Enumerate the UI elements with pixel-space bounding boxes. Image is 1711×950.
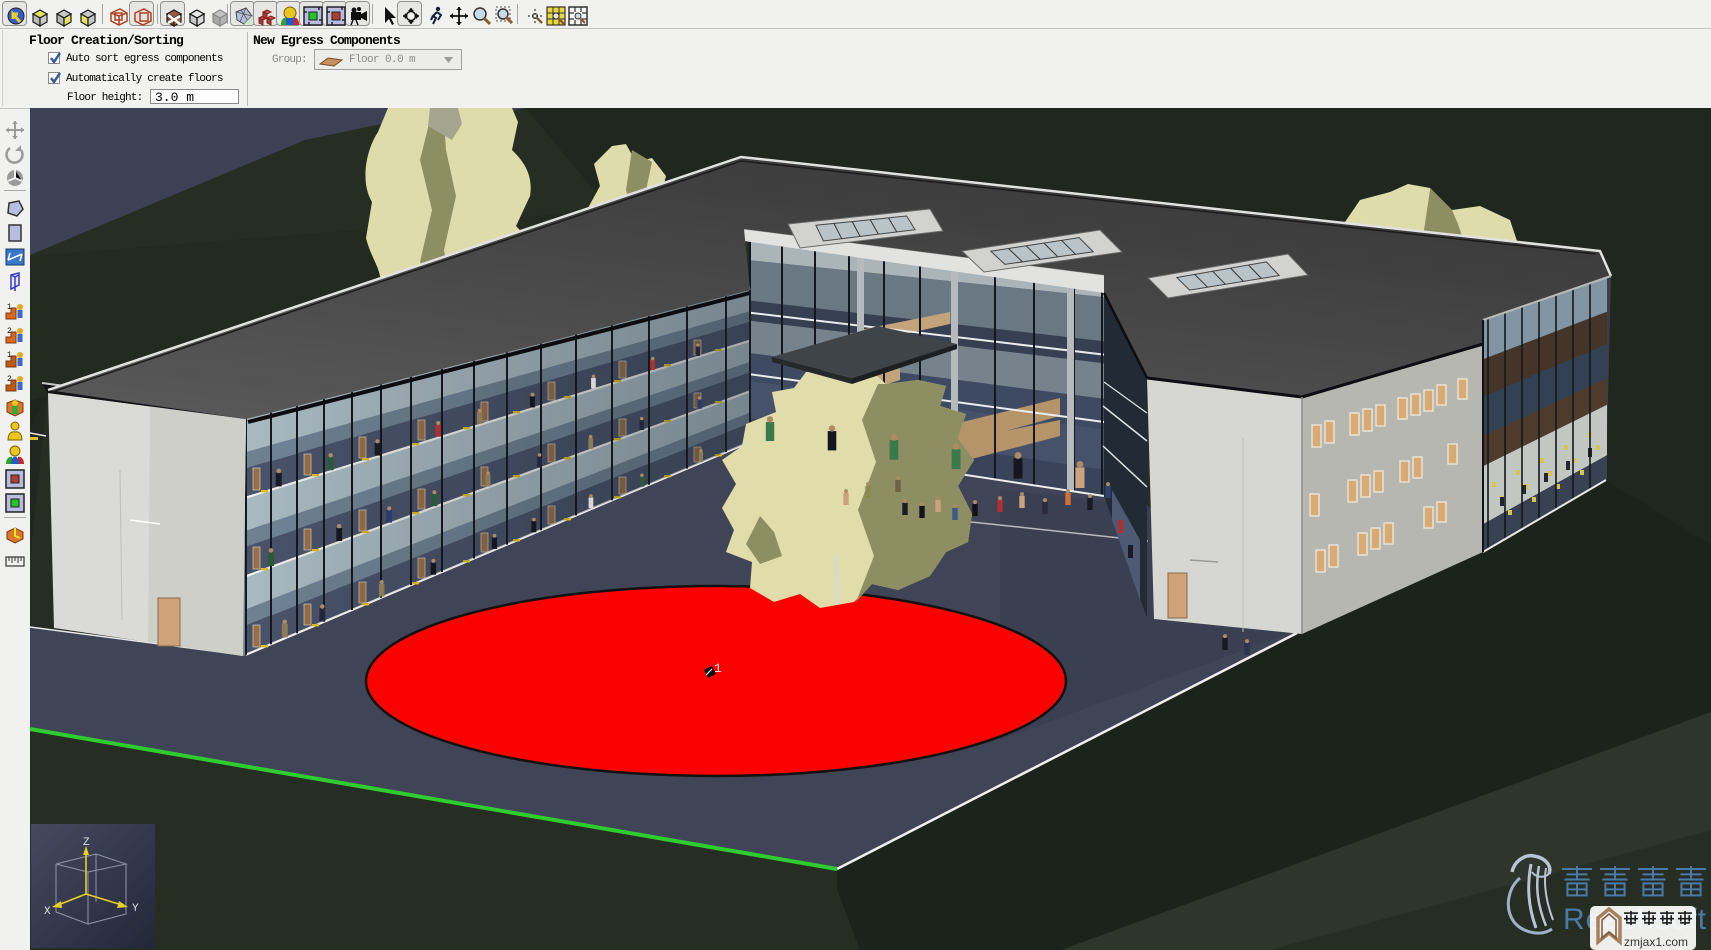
svg-text:2: 2 <box>7 327 12 336</box>
svg-text:2: 2 <box>7 375 12 384</box>
svg-text:Z: Z <box>83 837 90 849</box>
svg-text:X: X <box>44 906 51 918</box>
svg-text:1: 1 <box>7 303 12 312</box>
svg-text:Y: Y <box>132 903 139 915</box>
svg-text:zmjax1.com: zmjax1.com <box>1624 935 1688 949</box>
svg-text:1: 1 <box>714 661 722 676</box>
svg-text:1: 1 <box>7 351 12 360</box>
